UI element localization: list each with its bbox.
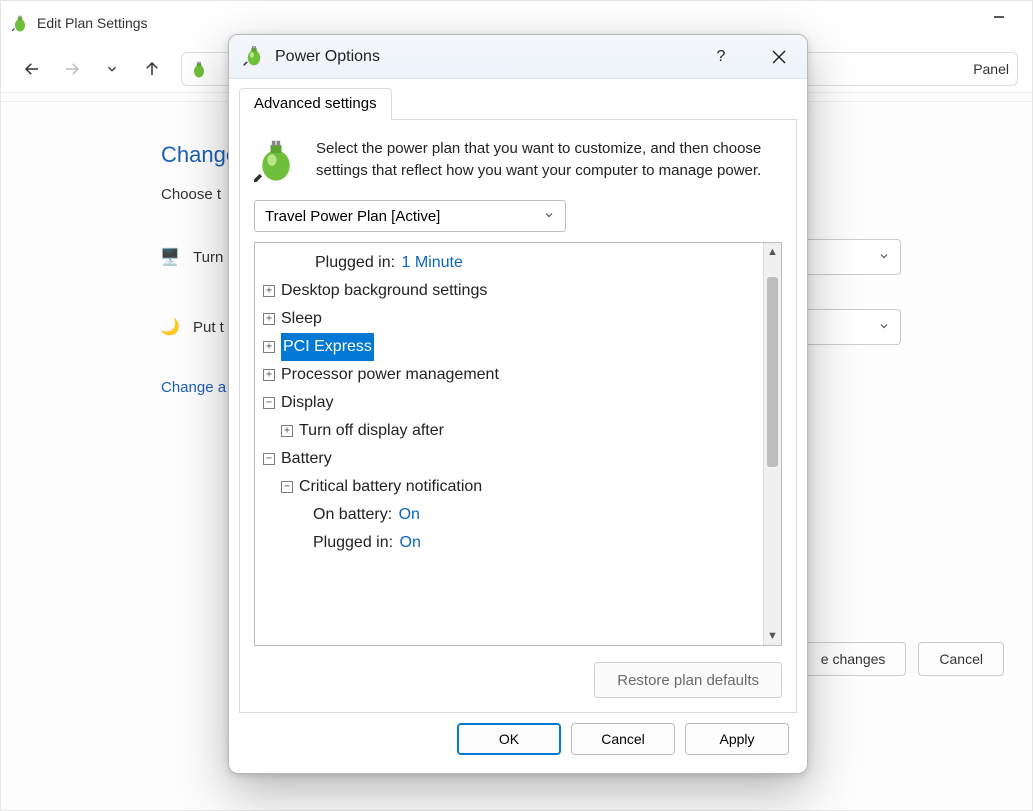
collapse-icon[interactable]: − — [263, 397, 275, 409]
settings-tree-view[interactable]: Plugged in: 1 Minute + Desktop backgroun… — [255, 243, 763, 645]
tree-item-critical-battery-notification[interactable]: − Critical battery notification — [255, 473, 763, 501]
collapse-icon[interactable]: − — [281, 481, 293, 493]
collapse-icon[interactable]: − — [263, 453, 275, 465]
scroll-up-icon[interactable]: ▲ — [764, 243, 781, 261]
expand-icon[interactable]: + — [263, 341, 275, 353]
tree-item-plugged-in[interactable]: Plugged in: 1 Minute — [255, 249, 763, 277]
tree-item-battery[interactable]: − Battery — [255, 445, 763, 473]
dialog-tabstrip: Advanced settings — [229, 79, 807, 119]
battery-icon — [243, 44, 265, 70]
ok-button[interactable]: OK — [457, 723, 561, 755]
dialog-layer: Power Options ? Advanced settings Select… — [0, 0, 1033, 811]
dialog-button-row: OK Cancel Apply — [229, 723, 807, 773]
expand-icon[interactable]: + — [263, 313, 275, 325]
tree-item-on-battery[interactable]: On battery: On — [255, 501, 763, 529]
scroll-thumb[interactable] — [767, 277, 778, 467]
settings-tree: Plugged in: 1 Minute + Desktop backgroun… — [254, 242, 782, 646]
expand-icon[interactable]: + — [263, 285, 275, 297]
power-plan-selected-label: Travel Power Plan [Active] — [265, 208, 440, 225]
dialog-titlebar: Power Options ? — [229, 35, 807, 79]
dialog-intro-text: Select the power plan that you want to c… — [316, 138, 782, 186]
tab-panel: Select the power plan that you want to c… — [239, 119, 797, 713]
battery-icon — [254, 138, 298, 186]
expand-icon[interactable]: + — [263, 369, 275, 381]
expand-icon[interactable]: + — [281, 425, 293, 437]
tab-advanced-settings[interactable]: Advanced settings — [239, 88, 392, 120]
tree-item-desktop-background[interactable]: + Desktop background settings — [255, 277, 763, 305]
tree-item-pci-express[interactable]: + PCI Express — [255, 333, 763, 361]
tree-item-plugged-in-battery[interactable]: Plugged in: On — [255, 529, 763, 557]
chevron-down-icon — [543, 208, 555, 225]
scroll-down-icon[interactable]: ▼ — [764, 627, 781, 645]
close-button[interactable] — [765, 43, 793, 71]
power-options-dialog: Power Options ? Advanced settings Select… — [228, 34, 808, 774]
tree-item-sleep[interactable]: + Sleep — [255, 305, 763, 333]
tree-item-processor-power[interactable]: + Processor power management — [255, 361, 763, 389]
dialog-title: Power Options — [275, 48, 697, 66]
help-button[interactable]: ? — [707, 43, 735, 71]
tree-item-display[interactable]: − Display — [255, 389, 763, 417]
apply-button[interactable]: Apply — [685, 723, 789, 755]
tree-scrollbar[interactable]: ▲ ▼ — [763, 243, 781, 645]
tree-item-turn-off-display-after[interactable]: + Turn off display after — [255, 417, 763, 445]
cancel-button-dialog[interactable]: Cancel — [571, 723, 675, 755]
power-plan-dropdown[interactable]: Travel Power Plan [Active] — [254, 200, 566, 232]
restore-plan-defaults-button[interactable]: Restore plan defaults — [594, 662, 782, 698]
